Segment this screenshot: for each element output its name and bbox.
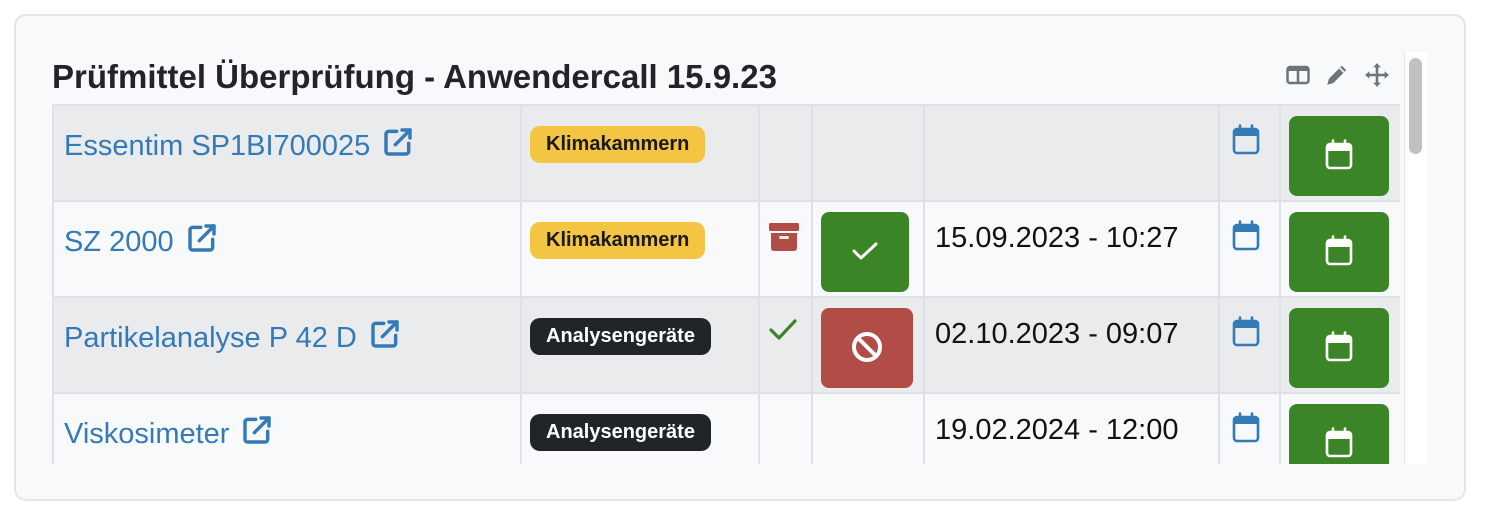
calendar-icon[interactable] xyxy=(1232,412,1260,448)
calendar-icon[interactable] xyxy=(1232,124,1260,160)
status-cell xyxy=(758,200,813,298)
panel-title: Prüfmittel Überprüfung - Anwendercall 15… xyxy=(52,58,777,95)
schedule-button[interactable] xyxy=(1289,308,1389,388)
status-cell xyxy=(758,392,813,464)
calendar-link-cell xyxy=(1218,296,1281,394)
panel-toolbar xyxy=(1286,62,1390,88)
action-cell xyxy=(811,392,925,464)
equipment-link[interactable]: Essentim SP1BI700025 xyxy=(54,106,520,166)
equipment-name: Viskosimeter xyxy=(64,417,230,450)
move-icon[interactable] xyxy=(1364,62,1390,88)
equipment-table: Essentim SP1BI700025 Klimakammern SZ 200… xyxy=(52,104,1400,464)
date-cell: 19.02.2024 - 12:00 xyxy=(923,392,1220,464)
status-cell xyxy=(758,296,813,394)
category-cell: Klimakammern xyxy=(520,200,760,298)
schedule-cell xyxy=(1279,104,1400,202)
status-cell xyxy=(758,104,813,202)
date-value: 19.02.2024 - 12:00 xyxy=(935,414,1179,446)
calendar-icon[interactable] xyxy=(1232,316,1260,352)
schedule-cell xyxy=(1279,296,1400,394)
category-cell: Analysengeräte xyxy=(520,392,760,464)
external-link-icon[interactable] xyxy=(382,126,414,166)
date-value: 02.10.2023 - 09:07 xyxy=(935,318,1179,350)
schedule-button[interactable] xyxy=(1289,116,1389,196)
schedule-cell xyxy=(1279,200,1400,298)
calendar-link-cell xyxy=(1218,104,1281,202)
calendar-link-cell xyxy=(1218,200,1281,298)
ban-icon xyxy=(850,330,884,367)
action-cell xyxy=(811,104,925,202)
date-cell xyxy=(923,104,1220,202)
schedule-button[interactable] xyxy=(1289,404,1389,464)
category-badge: Klimakammern xyxy=(530,126,706,163)
confirm-button[interactable] xyxy=(821,212,909,292)
schedule-cell xyxy=(1279,392,1400,464)
external-link-icon[interactable] xyxy=(241,414,273,454)
equipment-table-wrapper[interactable]: Essentim SP1BI700025 Klimakammern SZ 200… xyxy=(52,104,1400,464)
calendar-icon xyxy=(1325,330,1353,366)
equipment-name: Partikelanalyse P 42 D xyxy=(64,321,357,354)
pencil-icon[interactable] xyxy=(1324,62,1350,88)
schedule-button[interactable] xyxy=(1289,212,1389,292)
name-cell: SZ 2000 xyxy=(52,200,522,298)
date-value xyxy=(925,106,1218,126)
columns-icon[interactable] xyxy=(1286,65,1310,85)
calendar-icon xyxy=(1325,426,1353,462)
date-cell: 15.09.2023 - 10:27 xyxy=(923,200,1220,298)
external-link-icon[interactable] xyxy=(186,222,218,262)
name-cell: Essentim SP1BI700025 xyxy=(52,104,522,202)
calendar-icon xyxy=(1325,138,1353,174)
date-value: 15.09.2023 - 10:27 xyxy=(935,222,1179,254)
scrollbar[interactable] xyxy=(1404,52,1427,464)
action-cell xyxy=(811,200,925,298)
equipment-link[interactable]: Viskosimeter xyxy=(54,394,520,454)
calendar-icon[interactable] xyxy=(1232,220,1260,256)
category-badge: Analysengeräte xyxy=(530,318,711,355)
name-cell: Partikelanalyse P 42 D xyxy=(52,296,522,394)
date-cell: 02.10.2023 - 09:07 xyxy=(923,296,1220,394)
calendar-icon xyxy=(1325,234,1353,270)
archive-icon xyxy=(768,223,800,256)
table-row: Essentim SP1BI700025 Klimakammern xyxy=(52,104,1400,202)
equipment-name: Essentim SP1BI700025 xyxy=(64,129,371,162)
table-row: SZ 2000 Klimakammern 15.09.2023 - 10:27 xyxy=(52,200,1400,298)
category-cell: Analysengeräte xyxy=(520,296,760,394)
equipment-name: SZ 2000 xyxy=(64,225,174,258)
cancel-button[interactable] xyxy=(821,308,913,388)
calendar-link-cell xyxy=(1218,392,1281,464)
category-badge: Analysengeräte xyxy=(530,414,711,451)
category-cell: Klimakammern xyxy=(520,104,760,202)
scrollbar-thumb[interactable] xyxy=(1409,58,1422,154)
action-cell xyxy=(811,296,925,394)
table-row: Viskosimeter Analysengeräte 19.02.2024 -… xyxy=(52,392,1400,464)
equipment-link[interactable]: SZ 2000 xyxy=(54,202,520,262)
external-link-icon[interactable] xyxy=(369,318,401,358)
check-icon xyxy=(768,319,798,346)
table-row: Partikelanalyse P 42 D Analysengeräte 02… xyxy=(52,296,1400,394)
category-badge: Klimakammern xyxy=(530,222,706,259)
check-icon xyxy=(850,239,880,266)
equipment-link[interactable]: Partikelanalyse P 42 D xyxy=(54,298,520,358)
name-cell: Viskosimeter xyxy=(52,392,522,464)
